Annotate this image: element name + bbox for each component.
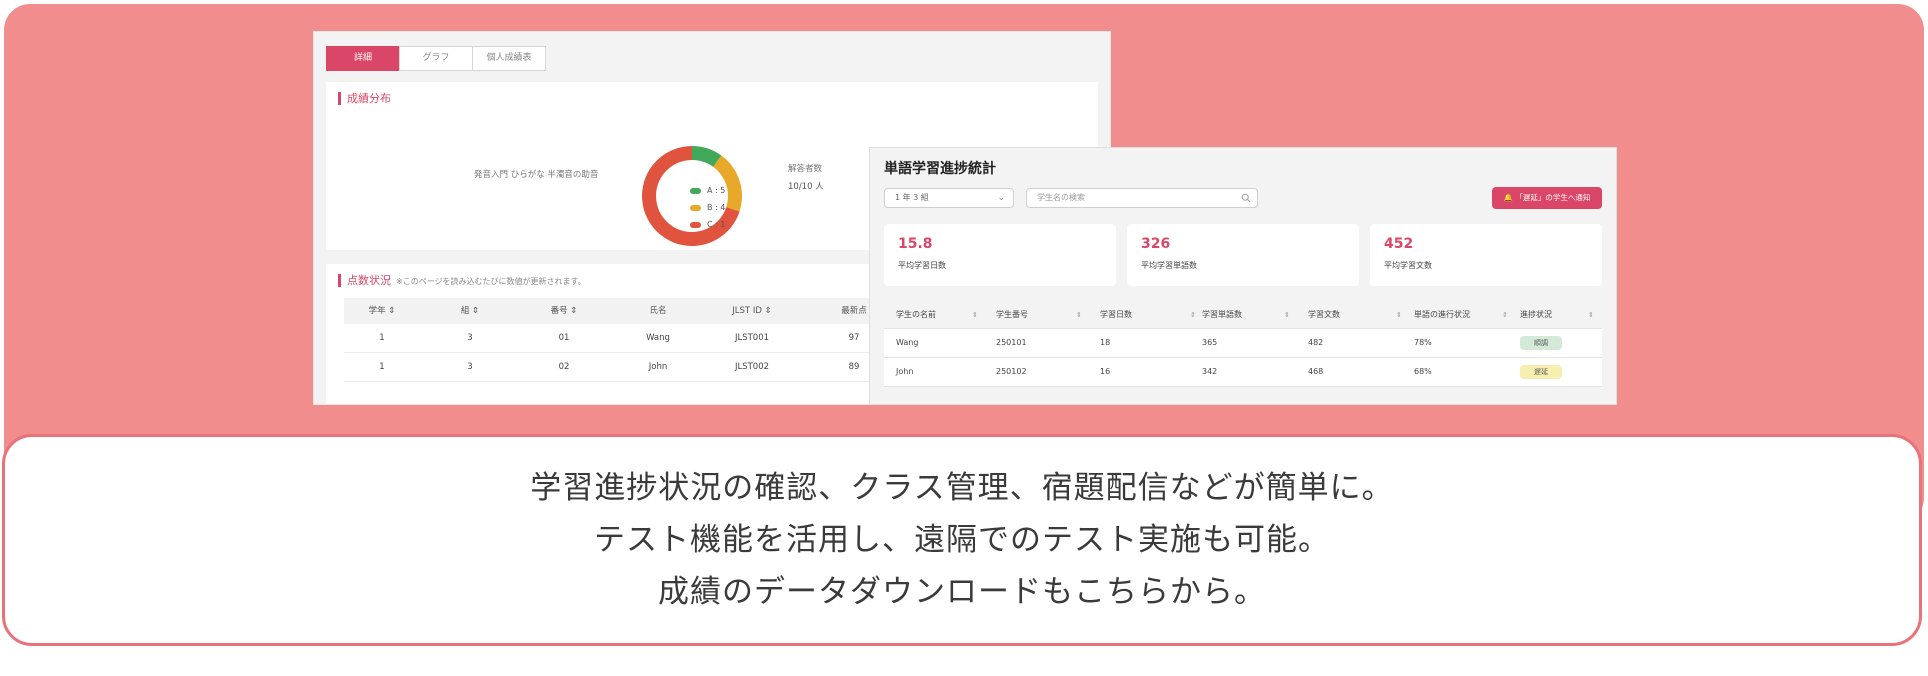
legend-label-b: B : 4 [707, 203, 726, 212]
legend-label-c: C : 1 [707, 220, 726, 229]
respondents-count: 10/10 人 [788, 182, 824, 192]
header-status[interactable]: 進捗状況 [1520, 302, 1552, 328]
cell-grade: 1 [379, 362, 385, 372]
stat-value: 15.8 [898, 236, 933, 252]
legend-item-b: B : 4 [690, 199, 725, 216]
cell-words: 342 [1202, 367, 1218, 376]
cell-class: 3 [467, 333, 473, 343]
sort-icon[interactable]: ⇕ [1502, 302, 1508, 328]
table-row: Wang 250101 18 365 482 78% 順調 [884, 329, 1602, 358]
cell-days: 16 [1100, 367, 1111, 376]
header-number[interactable]: 番号 ⇕ [551, 298, 578, 324]
cell-id: 250101 [996, 338, 1027, 347]
status-badge: 順調 [1520, 336, 1562, 350]
cell-class: 3 [467, 362, 473, 372]
sort-icon[interactable]: ⇕ [1588, 302, 1594, 328]
cell-sentences: 482 [1308, 338, 1324, 347]
stat-label: 平均学習日数 [898, 261, 946, 270]
cell-progress: 78% [1414, 338, 1432, 347]
header-word-count[interactable]: 学習単語数 [1202, 302, 1242, 328]
sort-icon[interactable]: ⇕ [972, 302, 978, 328]
cell-sentences: 468 [1308, 367, 1324, 376]
student-search-input[interactable]: 学生名の検索 [1026, 188, 1258, 208]
header-grade[interactable]: 学年 ⇕ [369, 298, 396, 324]
legend-item-c: C : 1 [690, 216, 725, 233]
page-title: 単語学習進捗統計 [884, 161, 996, 177]
caption-line-3: 成績のデータダウンロードもこちらから。 [658, 574, 1266, 610]
caption-line-1: 学習進捗状況の確認、クラス管理、宿題配信などが簡単に。 [530, 470, 1394, 506]
stat-value: 326 [1141, 236, 1171, 252]
search-placeholder: 学生名の検索 [1037, 193, 1085, 202]
scores-title: 点数状況 [338, 274, 391, 287]
scores-note: ※このページを読み込むたびに数値が更新されます。 [396, 277, 586, 286]
class-select-value: 1 年 3 組 [895, 193, 929, 202]
cell-jlst-id: JLST001 [734, 333, 770, 343]
cell-name: Wang [896, 338, 919, 347]
cell-name: Wang [646, 333, 670, 343]
tab-graph[interactable]: グラフ [399, 46, 473, 71]
cell-days: 18 [1100, 338, 1111, 347]
header-latest-score: 最新点 [841, 306, 867, 316]
lesson-name: 発音入門 ひらがな 半濁音の助音 [474, 170, 599, 180]
progress-table-header: 学生の名前 ⇕ 学生番号 ⇕ 学習日数 ⇕ 学習単語数 ⇕ 学習文数 ⇕ 単語の… [884, 302, 1602, 329]
cell-id: 250102 [996, 367, 1027, 376]
tab-details[interactable]: 詳細 [326, 46, 400, 71]
feature-caption-card: 学習進捗状況の確認、クラス管理、宿題配信などが簡単に。 テスト機能を活用し、遠隔… [2, 434, 1922, 646]
cell-number: 01 [558, 333, 570, 343]
cell-grade: 1 [379, 333, 385, 343]
sort-icon[interactable]: ⇕ [1076, 302, 1082, 328]
tab-individual-report[interactable]: 個人成績表 [472, 46, 546, 71]
notify-delayed-button[interactable]: 🔔 「遅延」の学生へ通知 [1492, 187, 1602, 209]
header-name: 氏名 [649, 306, 667, 316]
stat-value: 452 [1384, 236, 1414, 252]
sort-icon[interactable]: ⇕ [1396, 302, 1402, 328]
chevron-down-icon: ⌄ [997, 193, 1005, 203]
legend-label-a: A : 5 [707, 186, 726, 195]
header-word-progress[interactable]: 単語の進行状況 [1414, 302, 1470, 328]
header-sentence-count[interactable]: 学習文数 [1308, 302, 1340, 328]
cell-words: 365 [1202, 338, 1218, 347]
distribution-title: 成績分布 [338, 92, 391, 105]
sort-icon[interactable]: ⇕ [1284, 302, 1290, 328]
header-study-days[interactable]: 学習日数 [1100, 302, 1132, 328]
stat-avg-sentences: 452 平均学習文数 [1370, 224, 1602, 286]
cell-number: 02 [558, 362, 570, 372]
caption-line-2: テスト機能を活用し、遠隔でのテスト実施も可能。 [594, 522, 1330, 558]
table-row: John 250102 16 342 468 68% 遅延 [884, 358, 1602, 387]
legend-item-a: A : 5 [690, 182, 725, 199]
cell-latest-score: 97 [848, 333, 860, 343]
status-badge: 遅延 [1520, 365, 1562, 379]
cell-jlst-id: JLST002 [734, 362, 770, 372]
cell-latest-score: 89 [848, 362, 860, 372]
notify-label: 「遅延」の学生へ通知 [1515, 193, 1591, 202]
header-student-id[interactable]: 学生番号 [996, 302, 1028, 328]
cell-name: John [896, 367, 914, 376]
header-class[interactable]: 組 ⇕ [461, 298, 479, 324]
vocab-progress-screenshot: 単語学習進捗統計 1 年 3 組 ⌄ 学生名の検索 🔔 「遅延」の学生へ通知 1… [870, 148, 1616, 404]
legend-swatch-b [690, 204, 701, 211]
bell-icon: 🔔 [1503, 193, 1513, 202]
header-student-name[interactable]: 学生の名前 [896, 302, 936, 328]
cell-progress: 68% [1414, 367, 1432, 376]
stat-label: 平均学習文数 [1384, 261, 1432, 270]
search-icon [1241, 193, 1251, 203]
sort-icon[interactable]: ⇕ [1190, 302, 1196, 328]
legend-swatch-a [690, 187, 701, 194]
class-select[interactable]: 1 年 3 組 ⌄ [884, 188, 1014, 208]
header-jlst-id[interactable]: JLST ID ⇕ [732, 298, 771, 324]
stat-avg-days: 15.8 平均学習日数 [884, 224, 1116, 286]
donut-legend: A : 5 B : 4 C : 1 [690, 182, 725, 233]
stat-avg-words: 326 平均学習単語数 [1127, 224, 1359, 286]
legend-swatch-c [690, 221, 701, 228]
stat-label: 平均学習単語数 [1141, 261, 1197, 270]
report-tabs: 詳細 グラフ 個人成績表 [326, 46, 546, 71]
cell-name: John [648, 362, 668, 372]
respondents-label: 解答者数 [788, 164, 823, 174]
